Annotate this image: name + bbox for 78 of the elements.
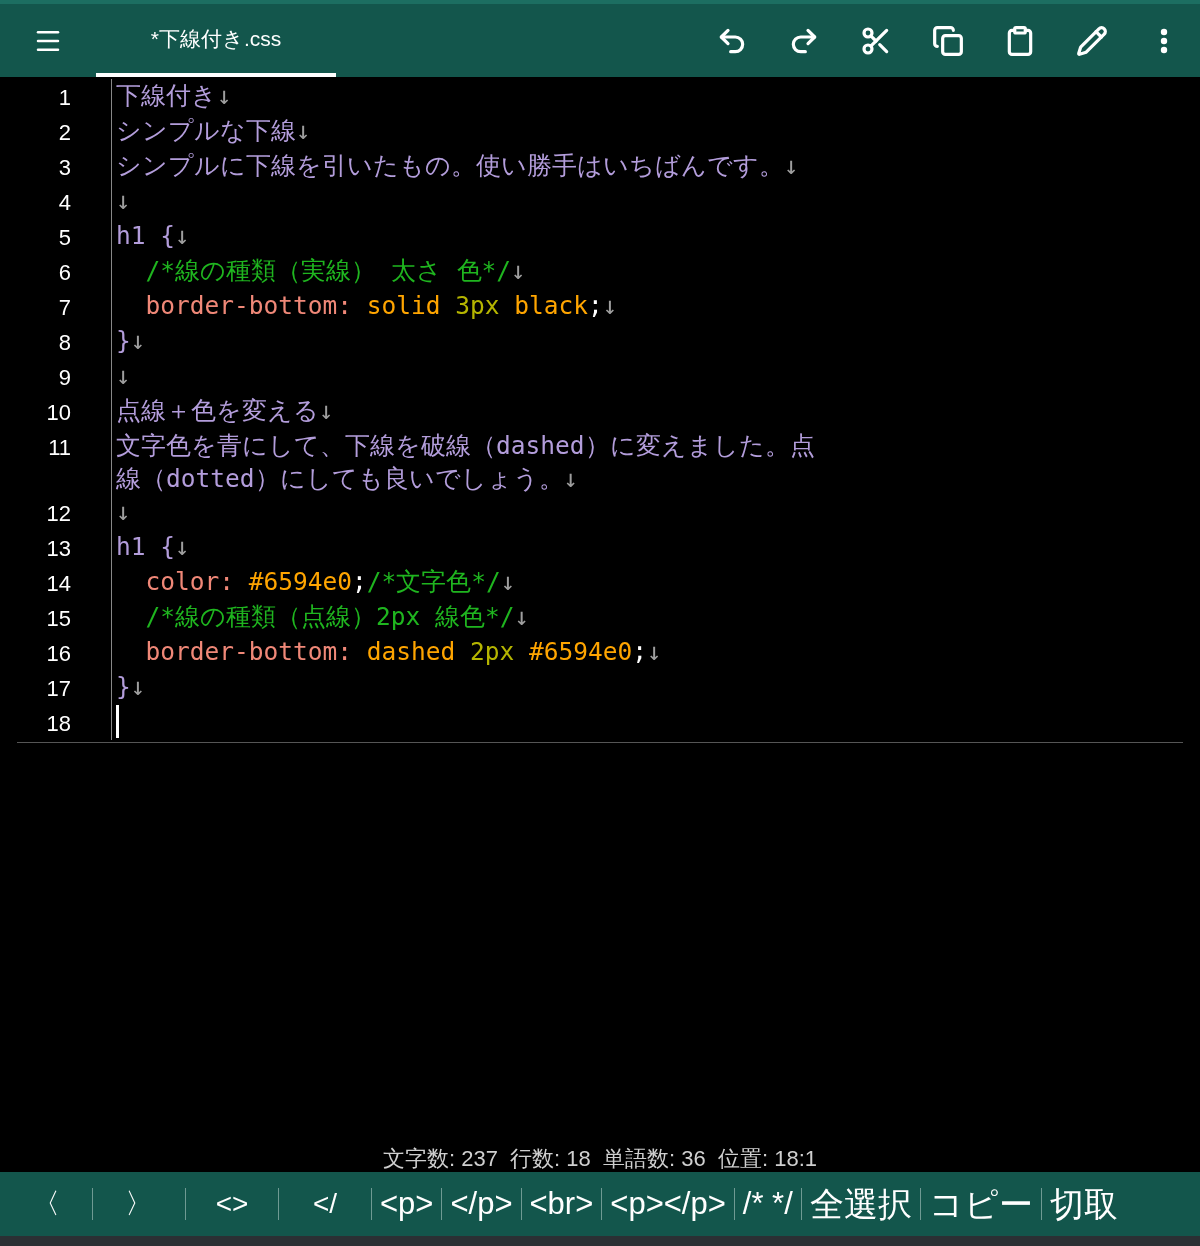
line-number: 13: [45, 535, 71, 563]
code-value: dashed: [365, 636, 457, 668]
code-comment: /*線の種類（点線）2px 線色*/: [145, 601, 515, 633]
code-text: 文字色を青にして、下線を破線（dashed）に変えました。点: [116, 430, 815, 462]
line-end-mark: ↓: [116, 185, 131, 217]
line-end-mark: ↓: [511, 255, 526, 287]
key-button[interactable]: <p>: [372, 1172, 442, 1236]
line-number: 10: [45, 399, 71, 427]
line-number: 11: [47, 434, 71, 462]
code-text: h1 {: [116, 220, 175, 252]
code-property: color:: [145, 566, 235, 598]
key-button[interactable]: コピー: [920, 1172, 1041, 1236]
line-end-mark: ↓: [514, 601, 530, 633]
line-number: 17: [45, 675, 71, 703]
code-text: シンプルな下線: [116, 115, 296, 147]
line-end-mark: ↓: [175, 531, 190, 563]
line-end-mark: ↓: [647, 636, 662, 668]
line-end-mark: ↓: [130, 325, 146, 357]
line-end-mark: ↓: [784, 150, 799, 182]
more-icon: [1160, 27, 1168, 54]
key-button[interactable]: </p>: [442, 1172, 521, 1236]
code-text: 線（dotted）にしても良いでしょう。: [116, 463, 564, 495]
line-end-mark: ↓: [130, 671, 146, 703]
code-text: 下線付き: [116, 80, 217, 112]
line-number: 9: [57, 364, 71, 392]
code-number: 2px: [470, 636, 515, 668]
status-text: 文字数: 237 行数: 18 単語数: 36 位置: 18:1: [381, 1145, 818, 1172]
key-button[interactable]: </: [279, 1172, 371, 1236]
line-number: 12: [45, 500, 71, 528]
code-value: #6594e0: [528, 636, 633, 668]
line-number: 18: [45, 710, 71, 738]
pencil-icon: [1076, 24, 1108, 57]
line-number: 7: [57, 294, 71, 322]
line-end-mark: ↓: [116, 360, 131, 392]
line-number: 6: [57, 259, 71, 287]
line-number: 16: [45, 640, 71, 668]
line-end-mark: ↓: [116, 496, 131, 528]
line-number: 15: [45, 605, 71, 633]
line-end-mark: ↓: [563, 463, 579, 495]
line-number: 2: [57, 119, 71, 147]
code-property: border-bottom:: [145, 636, 353, 668]
code-text: 点線＋色を変える: [116, 395, 319, 427]
code-value: #6594e0: [247, 566, 353, 598]
line-end-mark: ↓: [602, 290, 618, 322]
code-punctuation: ;: [352, 566, 367, 598]
copy-icon: [932, 24, 964, 57]
key-button[interactable]: 全選択: [801, 1172, 920, 1236]
code-value: black: [513, 290, 589, 322]
line-end-mark: ↓: [500, 566, 516, 598]
code-value: solid: [365, 290, 442, 322]
line-number: 4: [57, 189, 71, 217]
line-number: 3: [57, 154, 71, 182]
line-number: 5: [57, 224, 71, 252]
line-end-mark: ↓: [217, 80, 232, 112]
line-end-mark: ↓: [296, 115, 311, 147]
key-button[interactable]: /* */: [734, 1172, 801, 1236]
code-number: 3px: [455, 290, 500, 322]
key-button[interactable]: 切取: [1041, 1172, 1126, 1236]
code-text: シンプルに下線を引いたもの。使い勝手はいちばんです。: [116, 150, 784, 182]
line-number: 1: [57, 84, 71, 112]
line-number: 14: [45, 570, 71, 598]
code-comment: /*線の種類（実線） 太さ 色*/: [145, 255, 512, 287]
key-button[interactable]: <p></p>: [602, 1172, 734, 1236]
code-text: }: [116, 671, 131, 703]
code-comment: /*文字色*/: [366, 566, 501, 598]
line-number: 8: [57, 329, 71, 357]
file-tab[interactable]: *下線付き.css: [96, 4, 336, 77]
code-punctuation: ;: [632, 636, 648, 668]
line-end-mark: ↓: [319, 395, 334, 427]
code-property: border-bottom:: [145, 290, 353, 322]
key-button[interactable]: <>: [186, 1172, 278, 1236]
code-text: }: [116, 325, 131, 357]
code-punctuation: ;: [588, 290, 603, 322]
code-text: h1 {: [116, 531, 175, 563]
key-button[interactable]: <br>: [521, 1172, 602, 1236]
key-button[interactable]: 〉: [93, 1172, 185, 1236]
key-button[interactable]: 〈: [0, 1172, 92, 1236]
line-end-mark: ↓: [175, 220, 190, 252]
